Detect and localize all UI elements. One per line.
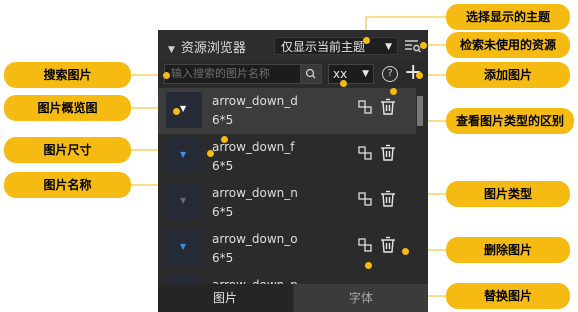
- list-scrollbar[interactable]: [416, 88, 424, 284]
- list-item[interactable]: ▼ arrow_down_n 6*5: [158, 180, 416, 226]
- annotation-dot: [221, 136, 228, 143]
- image-preview-thumbnail: ▼: [166, 230, 202, 266]
- callout-search-unused: 检索未使用的资源: [446, 32, 570, 58]
- image-name: arrow_down_n: [212, 186, 298, 200]
- image-size: 6*5: [212, 159, 234, 173]
- search-row: 输入搜索的图片名称 xx ▼ ? +: [158, 62, 428, 86]
- asset-browser-panel: ▼ 资源浏览器 仅显示当前主题 ▼ 输入搜索的图片名称 xx ▼ ? + ▼ a…: [158, 30, 428, 312]
- replace-image-icon[interactable]: [358, 238, 372, 252]
- image-size: 6*5: [212, 205, 234, 219]
- replace-image-icon[interactable]: [358, 100, 372, 114]
- theme-filter-dropdown[interactable]: 仅显示当前主题 ▼: [274, 37, 398, 55]
- image-preview-thumbnail: ▼: [166, 184, 202, 220]
- image-preview-thumbnail: ▼: [166, 92, 202, 128]
- annotation-dot: [207, 150, 214, 157]
- image-size: 6*5: [212, 251, 234, 265]
- scrollbar-thumb[interactable]: [417, 96, 423, 126]
- callout-image-name: 图片名称: [4, 172, 131, 198]
- callout-image-type: 图片类型: [446, 181, 570, 207]
- annotation-dot: [365, 262, 372, 269]
- image-name: arrow_down_d: [212, 94, 298, 108]
- callout-type-difference: 查看图片类型的区别: [446, 108, 574, 134]
- bottom-tabs: 图片 字体: [158, 284, 428, 312]
- replace-image-icon[interactable]: [358, 146, 372, 160]
- image-list: ▼ arrow_down_d 6*5 ▼ arrow_down_f 6*5 ▼ …: [158, 88, 416, 284]
- annotation-dot: [163, 72, 170, 79]
- list-item[interactable]: ▼ arrow_down_o 6*5: [158, 226, 416, 272]
- image-name: arrow_down_o: [212, 232, 298, 246]
- delete-image-icon[interactable]: [380, 144, 396, 162]
- annotation-dot: [390, 88, 397, 95]
- replace-image-icon[interactable]: [358, 192, 372, 206]
- search-placeholder: 输入搜索的图片名称: [171, 67, 270, 80]
- image-type-value: xx: [333, 67, 348, 81]
- image-type-dropdown[interactable]: xx ▼: [328, 64, 374, 84]
- list-item[interactable]: ▼ arrow_down_f 6*5: [158, 134, 416, 180]
- image-preview-thumbnail: [166, 276, 202, 284]
- arrow-down-icon: ▼: [180, 104, 187, 113]
- callout-select-theme: 选择显示的主题: [446, 4, 570, 30]
- arrow-down-icon: ▼: [180, 196, 187, 205]
- arrow-down-icon: ▼: [180, 242, 187, 251]
- chevron-down-icon: ▼: [362, 69, 369, 79]
- annotation-dot: [420, 42, 427, 49]
- annotation-dot: [416, 72, 423, 79]
- callout-search-image: 搜索图片: [4, 62, 131, 88]
- image-size: 6*5: [212, 113, 234, 127]
- image-search-input[interactable]: 输入搜索的图片名称: [164, 64, 308, 84]
- search-icon: [305, 68, 316, 79]
- delete-image-icon[interactable]: [380, 98, 396, 116]
- annotation-dot: [173, 108, 180, 115]
- annotation-dot: [363, 37, 370, 44]
- callout-preview: 图片概览图: [4, 95, 131, 121]
- panel-titlebar: ▼ 资源浏览器 仅显示当前主题 ▼: [158, 30, 428, 60]
- theme-filter-value: 仅显示当前主题: [281, 40, 366, 54]
- annotation-dot: [340, 80, 347, 87]
- list-item[interactable]: arrow_down_p: [158, 272, 416, 284]
- panel-title[interactable]: ▼ 资源浏览器: [168, 37, 246, 56]
- delete-image-icon[interactable]: [380, 236, 396, 254]
- panel-title-text: 资源浏览器: [180, 41, 246, 56]
- annotation-dot: [402, 248, 409, 255]
- arrow-down-icon: ▼: [180, 150, 187, 159]
- help-icon[interactable]: ?: [382, 66, 398, 82]
- search-button[interactable]: [300, 64, 322, 84]
- image-preview-thumbnail: ▼: [166, 138, 202, 174]
- tab-fonts[interactable]: 字体: [294, 284, 428, 312]
- delete-image-icon[interactable]: [380, 190, 396, 208]
- callout-replace-image: 替换图片: [446, 283, 570, 309]
- tab-images[interactable]: 图片: [158, 284, 292, 312]
- chevron-down-icon: ▼: [385, 42, 392, 52]
- collapse-triangle-icon[interactable]: ▼: [168, 45, 175, 55]
- list-item[interactable]: ▼ arrow_down_d 6*5: [158, 88, 416, 134]
- callout-add-image: 添加图片: [446, 62, 570, 88]
- callout-delete-image: 删除图片: [446, 237, 570, 263]
- callout-image-size: 图片尺寸: [4, 137, 131, 163]
